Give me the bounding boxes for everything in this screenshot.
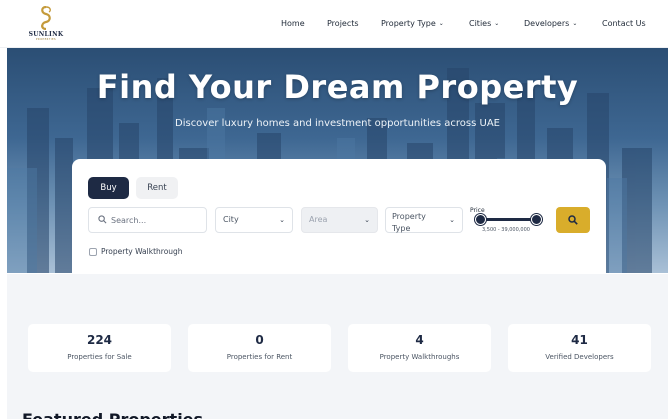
stat-card-rent: 0 Properties for Rent [188, 324, 331, 372]
search-icon [98, 215, 107, 224]
area-select-value: Area [309, 215, 328, 224]
nav-home-label: Home [281, 19, 305, 28]
nav-property-type-label: Property Type [381, 19, 436, 28]
chevron-down-icon: ⌄ [494, 20, 500, 27]
brand-tagline: PROPERTIES [35, 38, 57, 41]
price-max-handle[interactable] [531, 214, 542, 225]
nav-property-type[interactable]: Property Type ⌄ [381, 19, 444, 28]
stat-card-developers: 41 Verified Developers [508, 324, 651, 372]
chevron-down-icon: ⌄ [449, 216, 455, 224]
tab-rent[interactable]: Rent [136, 177, 178, 199]
nav-developers[interactable]: Developers ⌄ [524, 19, 577, 28]
brand-logo[interactable]: SUNLINK PROPERTIES [28, 6, 64, 44]
price-slider-track[interactable] [481, 218, 537, 221]
featured-properties-heading: Featured Properties [22, 410, 203, 419]
site-header: SUNLINK PROPERTIES Home Projects Propert… [0, 0, 668, 48]
city-select[interactable]: City ⌄ [215, 207, 293, 233]
stat-label: Properties for Rent [226, 353, 293, 361]
stat-label: Properties for Sale [67, 353, 132, 361]
chevron-down-icon: ⌄ [279, 216, 285, 224]
sunlink-logo-icon [41, 6, 51, 30]
price-label: Price [470, 207, 485, 214]
stat-label: Verified Developers [545, 353, 614, 361]
stat-card-walkthroughs: 4 Property Walkthroughs [348, 324, 491, 372]
stat-value: 0 [255, 333, 264, 347]
property-type-select-value: Property Type [392, 212, 426, 233]
city-select-value: City [223, 215, 239, 224]
nav-home[interactable]: Home [281, 19, 305, 28]
tab-buy[interactable]: Buy [88, 177, 129, 199]
search-placeholder: Search... [111, 216, 147, 225]
hero-title: Find Your Dream Property [96, 68, 579, 106]
search-button[interactable] [556, 207, 590, 233]
search-input[interactable]: Search... [88, 207, 207, 233]
search-icon [568, 215, 578, 225]
stat-value: 4 [415, 333, 424, 347]
stat-value: 41 [571, 333, 588, 347]
price-min-handle[interactable] [475, 214, 486, 225]
nav-contact-us-label: Contact Us [602, 19, 646, 28]
nav-projects[interactable]: Projects [327, 19, 359, 28]
chevron-down-icon: ⌄ [364, 216, 370, 224]
stat-value: 224 [86, 333, 113, 347]
nav-cities[interactable]: Cities ⌄ [469, 19, 499, 28]
brand-name: SUNLINK [28, 31, 64, 38]
chevron-down-icon: ⌄ [438, 20, 444, 27]
walkthrough-checkbox[interactable] [89, 248, 97, 256]
area-select[interactable]: Area ⌄ [301, 207, 378, 233]
nav-projects-label: Projects [327, 19, 359, 28]
price-range-value: 3,500 - 39,000,000 [482, 227, 530, 233]
nav-developers-label: Developers [524, 19, 570, 28]
walkthrough-label[interactable]: Property Walkthrough [101, 247, 183, 256]
chevron-down-icon: ⌄ [572, 20, 578, 27]
nav-cities-label: Cities [469, 19, 492, 28]
stat-card-sale: 224 Properties for Sale [28, 324, 171, 372]
property-type-select[interactable]: Property Type ⌄ [385, 207, 463, 233]
stat-label: Property Walkthroughs [379, 353, 460, 361]
hero-subtitle: Discover luxury homes and investment opp… [175, 118, 500, 129]
nav-contact-us[interactable]: Contact Us [602, 19, 646, 28]
property-search-card: Buy Rent Search... City ⌄ Area ⌄ Propert… [72, 159, 606, 274]
